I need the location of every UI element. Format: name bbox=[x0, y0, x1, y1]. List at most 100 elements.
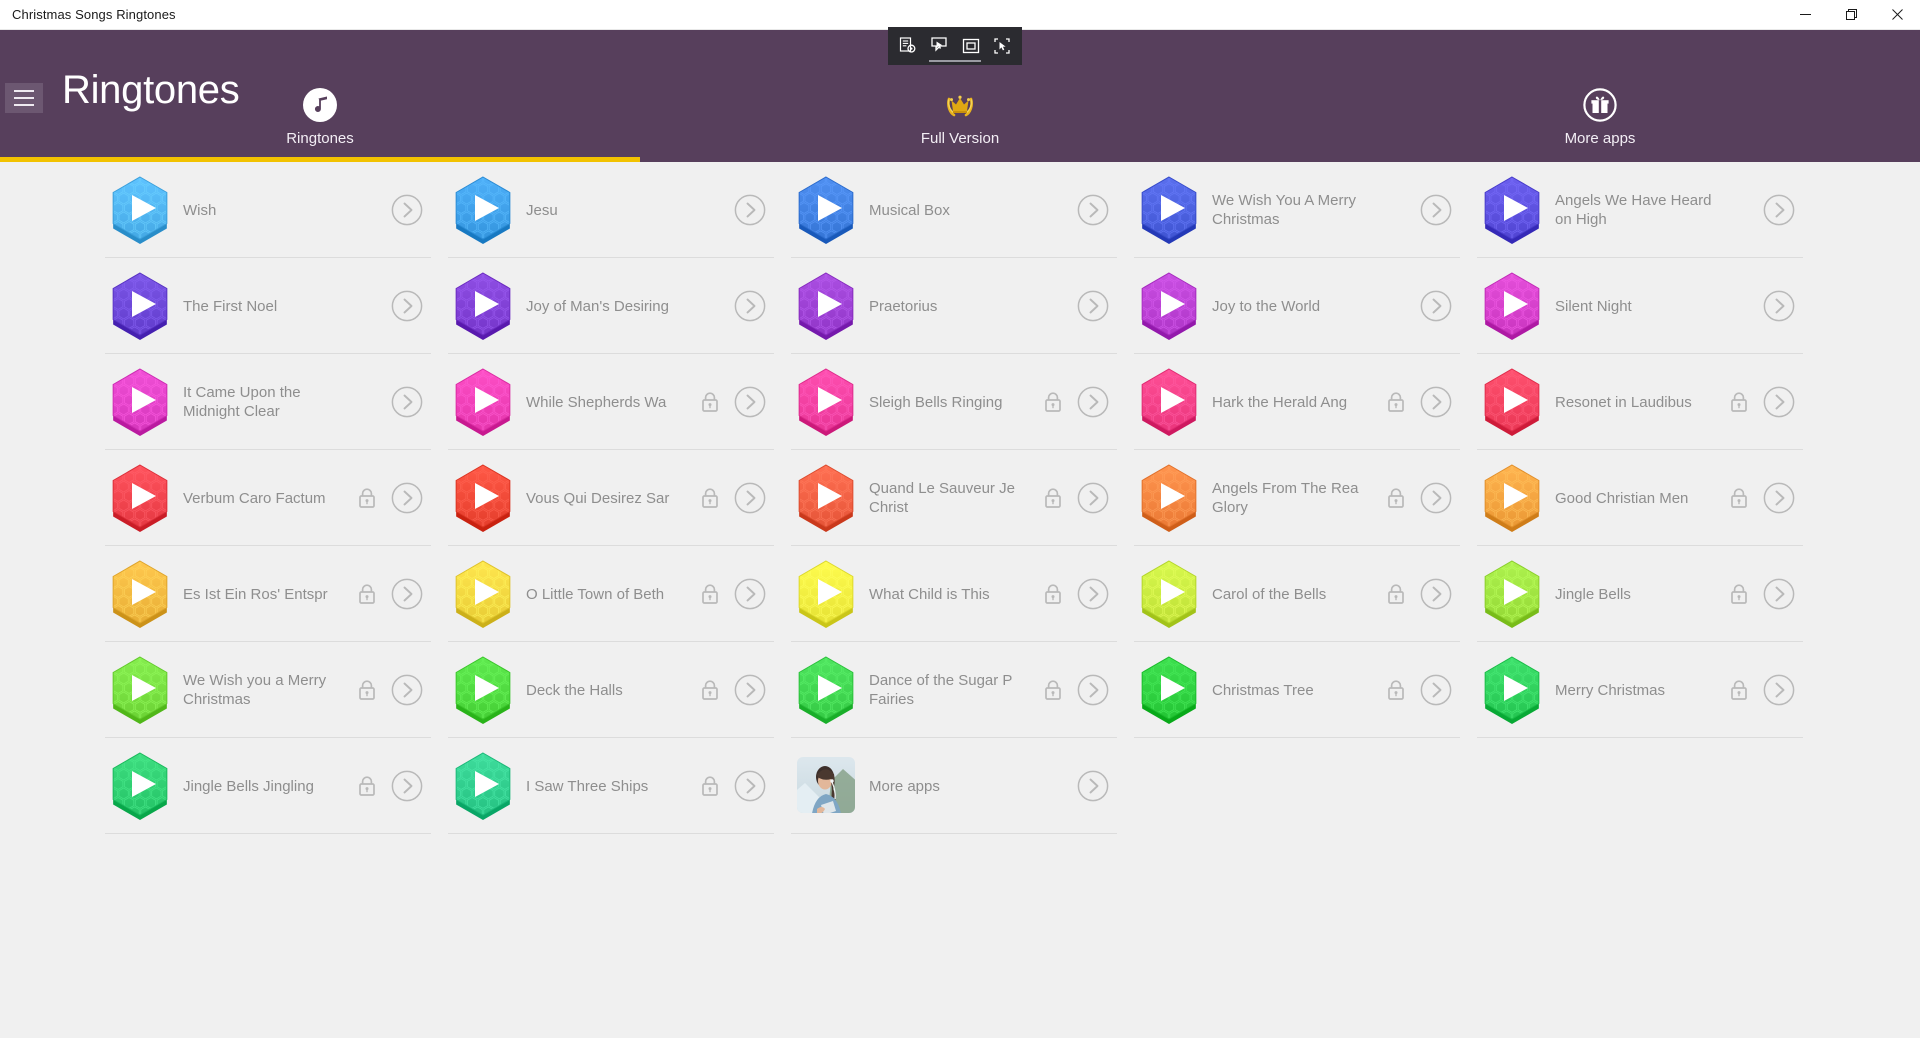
ringtone-row[interactable]: Joy to the World bbox=[1134, 258, 1477, 354]
open-ringtone-button[interactable] bbox=[1076, 289, 1110, 323]
ringtone-tile[interactable] bbox=[791, 271, 861, 341]
ringtone-tile[interactable] bbox=[105, 175, 175, 245]
close-button[interactable] bbox=[1874, 0, 1920, 30]
cursor-capture-icon[interactable] bbox=[926, 33, 952, 59]
open-ringtone-button[interactable] bbox=[733, 577, 767, 611]
open-ringtone-button[interactable] bbox=[1419, 673, 1453, 707]
window-capture-icon[interactable] bbox=[958, 33, 984, 59]
ringtone-tile[interactable] bbox=[1477, 463, 1547, 533]
ringtone-tile[interactable] bbox=[105, 559, 175, 629]
tab-full-version[interactable]: Full Version bbox=[640, 82, 1280, 162]
ringtone-tile[interactable] bbox=[105, 463, 175, 533]
ringtone-row[interactable]: The First Noel bbox=[105, 258, 448, 354]
ringtone-row[interactable]: Jingle Bells Jingling bbox=[105, 738, 448, 834]
ringtone-row[interactable]: Christmas Tree bbox=[1134, 642, 1477, 738]
ringtone-row[interactable]: O Little Town of Beth bbox=[448, 546, 791, 642]
ringtone-row[interactable]: While Shepherds Wa bbox=[448, 354, 791, 450]
ringtone-tile[interactable] bbox=[791, 559, 861, 629]
ringtone-tile[interactable] bbox=[105, 751, 175, 821]
region-capture-icon[interactable] bbox=[989, 33, 1015, 59]
open-ringtone-button[interactable] bbox=[1762, 481, 1796, 515]
ringtone-row[interactable]: Vous Qui Desirez Sar bbox=[448, 450, 791, 546]
ringtone-tile[interactable] bbox=[1134, 175, 1204, 245]
ringtone-tile[interactable] bbox=[791, 655, 861, 725]
open-ringtone-button[interactable] bbox=[1762, 385, 1796, 419]
ringtone-tile[interactable] bbox=[791, 367, 861, 437]
ringtone-tile[interactable] bbox=[448, 175, 518, 245]
toolbar-drag-handle[interactable] bbox=[929, 60, 981, 62]
open-ringtone-button[interactable] bbox=[1419, 385, 1453, 419]
ringtone-tile[interactable] bbox=[448, 463, 518, 533]
open-ringtone-button[interactable] bbox=[390, 769, 424, 803]
ringtone-row[interactable]: Carol of the Bells bbox=[1134, 546, 1477, 642]
open-ringtone-button[interactable] bbox=[1076, 577, 1110, 611]
open-ringtone-button[interactable] bbox=[390, 289, 424, 323]
ringtone-row[interactable]: We Wish You A Merry Christmas bbox=[1134, 162, 1477, 258]
ringtone-row[interactable]: Hark the Herald Ang bbox=[1134, 354, 1477, 450]
ringtone-row[interactable]: We Wish you a Merry Christmas bbox=[105, 642, 448, 738]
ringtone-tile[interactable] bbox=[1134, 655, 1204, 725]
ringtone-tile[interactable] bbox=[1134, 367, 1204, 437]
ringtone-tile[interactable] bbox=[448, 751, 518, 821]
minimize-button[interactable] bbox=[1782, 0, 1828, 30]
ringtone-row[interactable]: Dance of the Sugar P Fairies bbox=[791, 642, 1134, 738]
ringtone-row[interactable]: Joy of Man's Desiring bbox=[448, 258, 791, 354]
open-ringtone-button[interactable] bbox=[733, 673, 767, 707]
ringtone-tile[interactable] bbox=[791, 751, 861, 821]
open-ringtone-button[interactable] bbox=[1419, 577, 1453, 611]
ringtone-tile[interactable] bbox=[1134, 271, 1204, 341]
tab-ringtones[interactable]: Ringtones bbox=[0, 82, 640, 162]
ringtone-tile[interactable] bbox=[791, 463, 861, 533]
ringtone-row[interactable]: Quand Le Sauveur Je Christ bbox=[791, 450, 1134, 546]
ringtone-tile[interactable] bbox=[448, 559, 518, 629]
open-ringtone-button[interactable] bbox=[1762, 577, 1796, 611]
ringtone-tile[interactable] bbox=[448, 655, 518, 725]
ringtone-row[interactable]: Verbum Caro Factum bbox=[105, 450, 448, 546]
open-ringtone-button[interactable] bbox=[1076, 481, 1110, 515]
ringtone-row[interactable]: Silent Night bbox=[1477, 258, 1820, 354]
screen-capture-toolbar[interactable] bbox=[888, 27, 1022, 65]
ringtone-row[interactable]: Resonet in Laudibus bbox=[1477, 354, 1820, 450]
open-ringtone-button[interactable] bbox=[733, 481, 767, 515]
ringtone-row[interactable]: More apps bbox=[791, 738, 1134, 834]
ringtone-row[interactable]: Merry Christmas bbox=[1477, 642, 1820, 738]
open-ringtone-button[interactable] bbox=[1419, 193, 1453, 227]
ringtone-row[interactable]: Wish bbox=[105, 162, 448, 258]
ringtone-row[interactable]: Deck the Halls bbox=[448, 642, 791, 738]
capture-settings-icon[interactable] bbox=[895, 33, 921, 59]
open-ringtone-button[interactable] bbox=[733, 289, 767, 323]
open-ringtone-button[interactable] bbox=[390, 673, 424, 707]
ringtone-row[interactable]: Angels From The Rea Glory bbox=[1134, 450, 1477, 546]
ringtone-tile[interactable] bbox=[448, 271, 518, 341]
open-ringtone-button[interactable] bbox=[1419, 289, 1453, 323]
ringtone-tile[interactable] bbox=[1477, 559, 1547, 629]
ringtone-tile[interactable] bbox=[105, 367, 175, 437]
ringtone-tile[interactable] bbox=[448, 367, 518, 437]
ringtone-row[interactable]: Sleigh Bells Ringing bbox=[791, 354, 1134, 450]
ringtone-tile[interactable] bbox=[1477, 367, 1547, 437]
open-ringtone-button[interactable] bbox=[733, 769, 767, 803]
ringtone-row[interactable]: Good Christian Men bbox=[1477, 450, 1820, 546]
open-ringtone-button[interactable] bbox=[390, 193, 424, 227]
open-ringtone-button[interactable] bbox=[1419, 481, 1453, 515]
ringtone-row[interactable]: Jesu bbox=[448, 162, 791, 258]
ringtone-tile[interactable] bbox=[1477, 655, 1547, 725]
ringtone-tile[interactable] bbox=[1477, 175, 1547, 245]
open-ringtone-button[interactable] bbox=[1076, 385, 1110, 419]
open-ringtone-button[interactable] bbox=[1762, 673, 1796, 707]
ringtone-tile[interactable] bbox=[791, 175, 861, 245]
ringtone-row[interactable]: Jingle Bells bbox=[1477, 546, 1820, 642]
tab-more-apps[interactable]: More apps bbox=[1280, 82, 1920, 162]
ringtone-tile[interactable] bbox=[105, 655, 175, 725]
ringtone-tile[interactable] bbox=[1134, 559, 1204, 629]
open-ringtone-button[interactable] bbox=[1076, 769, 1110, 803]
ringtone-tile[interactable] bbox=[1477, 271, 1547, 341]
ringtone-row[interactable]: I Saw Three Ships bbox=[448, 738, 791, 834]
ringtone-row[interactable]: Praetorius bbox=[791, 258, 1134, 354]
ringtone-row[interactable]: What Child is This bbox=[791, 546, 1134, 642]
ringtone-tile[interactable] bbox=[105, 271, 175, 341]
ringtone-row[interactable]: Musical Box bbox=[791, 162, 1134, 258]
open-ringtone-button[interactable] bbox=[733, 193, 767, 227]
maximize-restore-button[interactable] bbox=[1828, 0, 1874, 30]
ringtone-row[interactable]: It Came Upon the Midnight Clear bbox=[105, 354, 448, 450]
